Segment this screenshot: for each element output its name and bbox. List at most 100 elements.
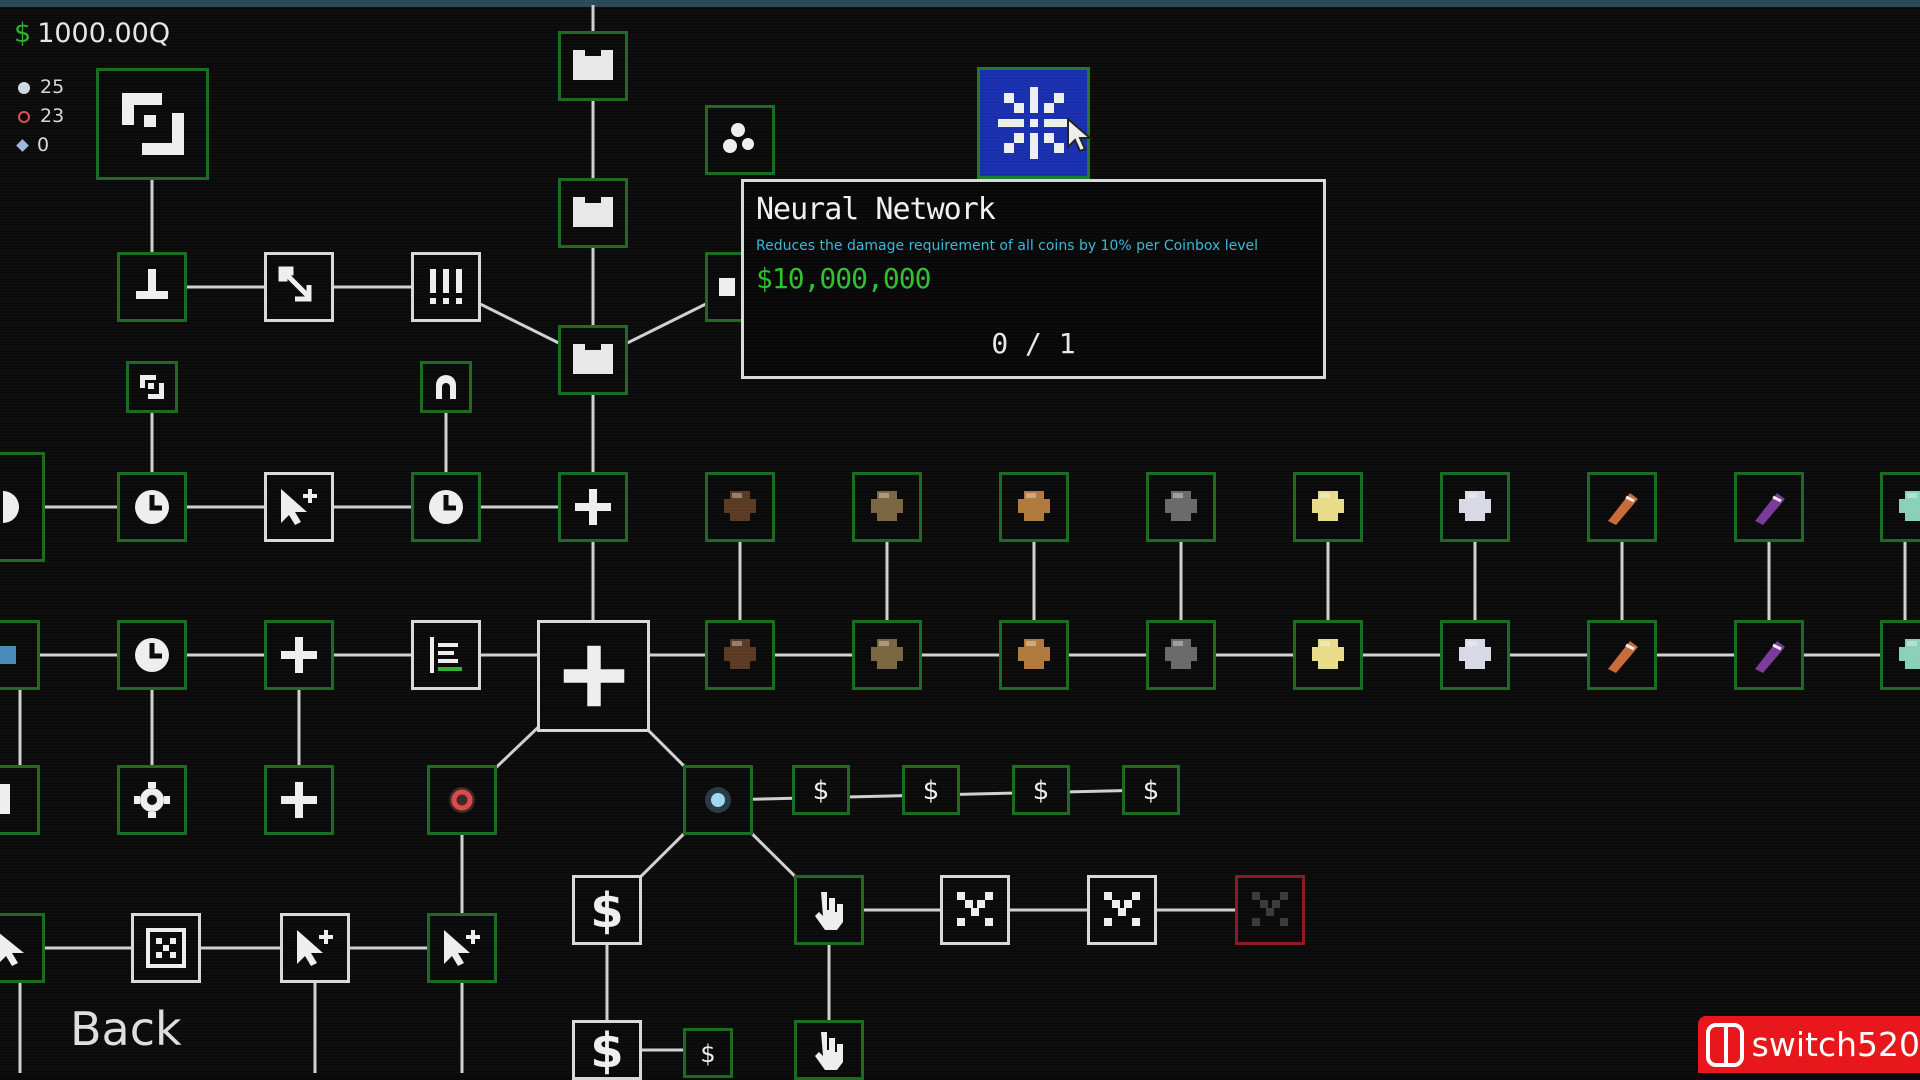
skill-node-ore-1-7[interactable] (1587, 472, 1657, 542)
skill-node-edge-left-2[interactable] (0, 620, 40, 690)
skill-node-ore-2-7[interactable] (1587, 620, 1657, 690)
skill-node-cursor-plus-3[interactable] (427, 913, 497, 983)
chest-icon (573, 197, 613, 227)
neural-network-icon (997, 87, 1070, 159)
skill-node-ore-2-1[interactable] (705, 620, 775, 690)
back-button[interactable]: Back (70, 1002, 182, 1056)
skill-node-coin-small[interactable]: $ (683, 1028, 733, 1078)
skill-node-clock-2[interactable] (411, 472, 481, 542)
skill-node-coin-1[interactable]: $ (792, 765, 850, 815)
clock-icon (2, 491, 19, 523)
skill-node-white-orb[interactable] (683, 765, 753, 835)
white-orb-counter: 25 (18, 76, 64, 98)
red-ring-icon (18, 110, 30, 123)
skill-node-gear[interactable] (117, 765, 187, 835)
svg-text:$: $ (813, 776, 830, 805)
skill-node-ore-2-3[interactable] (999, 620, 1069, 690)
ore-icon (1018, 639, 1050, 669)
skill-node-ore-1-2[interactable] (852, 472, 922, 542)
skill-node-coin-2[interactable]: $ (902, 765, 960, 815)
skill-node-plus-1[interactable] (558, 472, 628, 542)
skill-node-ore-1-8[interactable] (1734, 472, 1804, 542)
triple-exclaim-icon (430, 269, 462, 304)
tooltip-title: Neural Network (756, 192, 996, 227)
ore-icon (871, 639, 903, 669)
cursor-icon (1067, 117, 1093, 153)
upgrade-tooltip: Neural Network Reduces the damage requir… (741, 179, 1326, 379)
white-orb-icon (705, 787, 731, 813)
ore-icon (1312, 639, 1344, 669)
skill-node-chest-1[interactable] (558, 31, 628, 101)
watermark: switch520 (1698, 1016, 1920, 1073)
skill-node-chest-2[interactable] (558, 178, 628, 248)
skill-node-ore-1-5[interactable] (1293, 472, 1363, 542)
arch-icon (436, 375, 456, 399)
ore-icon (724, 639, 756, 669)
skill-node-hand-1[interactable] (794, 875, 864, 945)
plus-icon (563, 645, 624, 707)
skill-node-anvil[interactable] (117, 252, 187, 322)
skill-node-frame-upgrade[interactable] (96, 68, 209, 180)
skill-node-edge-left-1[interactable] (0, 452, 45, 562)
skill-node-clock-3[interactable] (117, 620, 187, 690)
money-stack-icon (430, 637, 462, 673)
clock-icon (429, 490, 463, 524)
skill-node-clock-1[interactable] (117, 472, 187, 542)
chest-icon (718, 278, 735, 296)
skill-node-ore-2-9[interactable] (1880, 620, 1920, 690)
tooltip-level: 0 / 1 (991, 327, 1076, 360)
skill-node-edge-left-3[interactable] (0, 765, 40, 835)
money-display: $1000.00Q (14, 18, 170, 49)
plus-icon (281, 637, 317, 673)
skill-node-big-plus[interactable] (537, 620, 650, 732)
skill-node-arrow-down-right[interactable] (264, 252, 334, 322)
skill-node-hand-2[interactable] (794, 1020, 864, 1080)
dollar-icon: $ (700, 1040, 715, 1068)
skill-node-ore-2-6[interactable] (1440, 620, 1510, 690)
hand-icon (815, 892, 843, 930)
skill-node-ore-2-4[interactable] (1146, 620, 1216, 690)
skill-node-ore-1-9[interactable] (1880, 472, 1920, 542)
tooltip-description: Reduces the damage requirement of all co… (756, 238, 1258, 254)
svg-text:$: $ (700, 1040, 715, 1068)
skill-node-wave-2[interactable] (1087, 875, 1157, 945)
skill-node-exclaim[interactable] (411, 252, 481, 322)
skill-node-dollar-big-2[interactable]: $ (572, 1020, 642, 1080)
red-ring-icon (449, 787, 475, 813)
skill-node-ore-1-4[interactable] (1146, 472, 1216, 542)
skill-node-small-arch[interactable] (420, 361, 472, 413)
skill-node-ore-1-6[interactable] (1440, 472, 1510, 542)
skill-node-edge-left-4[interactable] (0, 913, 45, 983)
skill-node-coin-3[interactable]: $ (1012, 765, 1070, 815)
skill-node-coin-4[interactable]: $ (1122, 765, 1180, 815)
dollar-icon: $ (923, 776, 940, 805)
skill-node-hidden[interactable] (705, 252, 741, 322)
skill-node-chest-3[interactable] (558, 325, 628, 395)
dice-icon (146, 928, 186, 968)
skill-node-ore-2-8[interactable] (1734, 620, 1804, 690)
skill-node-money-stack[interactable] (411, 620, 481, 690)
skill-node-dollar-big-1[interactable]: $ (572, 875, 642, 945)
clock-icon (135, 638, 169, 672)
skill-node-small-frame[interactable] (126, 361, 178, 413)
skill-node-ore-2-2[interactable] (852, 620, 922, 690)
skill-node-red-ring[interactable] (427, 765, 497, 835)
skill-node-cluster[interactable] (705, 105, 775, 175)
money-value: 1000.00Q (37, 18, 171, 49)
ore-icon (1755, 641, 1785, 673)
diamond-icon (16, 139, 29, 152)
skill-node-locked[interactable] (1235, 875, 1305, 945)
scatter-icon (1252, 892, 1288, 926)
svg-text:$: $ (590, 1025, 623, 1075)
skill-node-plus-3[interactable] (264, 765, 334, 835)
skill-node-ore-2-5[interactable] (1293, 620, 1363, 690)
skill-node-cursor-plus-1[interactable] (264, 472, 334, 542)
scatter-icon (1104, 892, 1140, 926)
skill-node-cursor-plus-2[interactable] (280, 913, 350, 983)
skill-node-wave-1[interactable] (940, 875, 1010, 945)
skill-node-plus-2[interactable] (264, 620, 334, 690)
skill-node-dice[interactable] (131, 913, 201, 983)
skill-node-ore-1-1[interactable] (705, 472, 775, 542)
skill-node-ore-1-3[interactable] (999, 472, 1069, 542)
anvil-icon (136, 269, 168, 299)
